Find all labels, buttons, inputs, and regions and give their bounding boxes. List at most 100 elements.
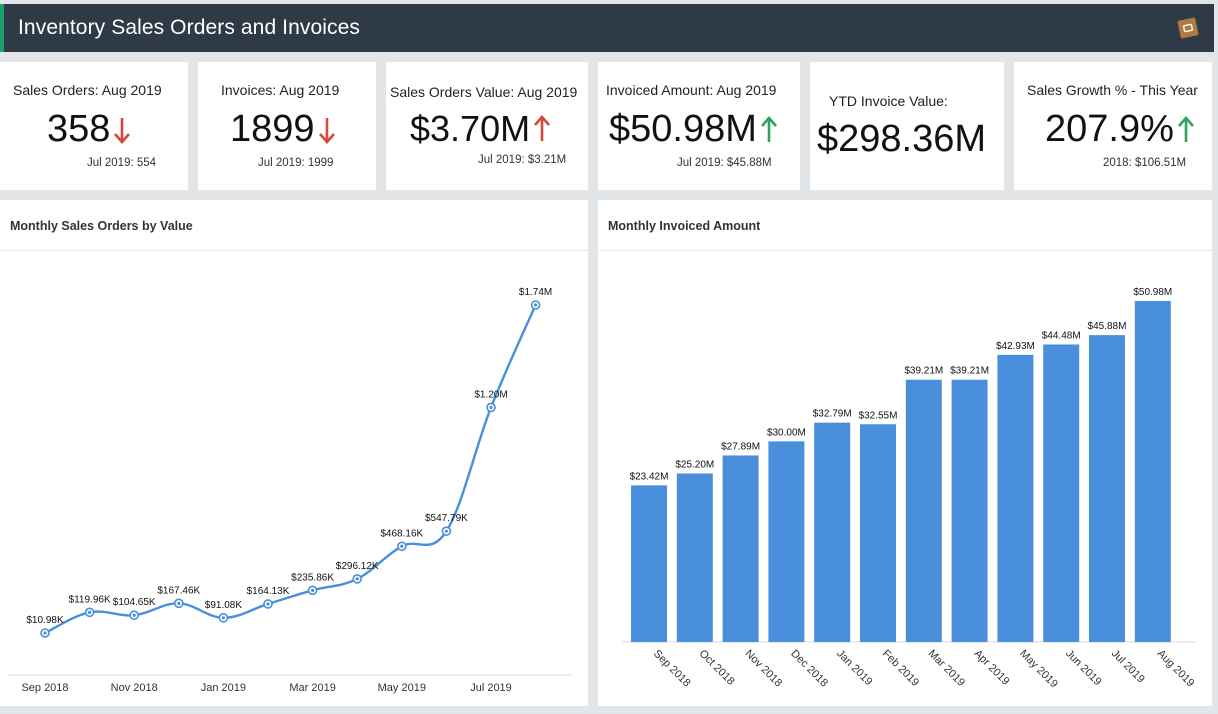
kpi-card-invoices[interactable]: Invoices: Aug 2019 1899 Jul 2019: 1999 [198,62,376,190]
x-tick-label: Jan 2019 [201,682,246,694]
x-tick-label: Mar 2019 [289,682,335,694]
kpi-value-text: $50.98M [609,108,757,150]
x-tick-label: Apr 2019 [971,648,1011,688]
bar [814,422,851,642]
kpi-value-text: 207.9% [1045,108,1174,150]
kpi-value-text: $3.70M [410,108,531,149]
data-label: $42.93M [996,341,1035,352]
data-point-center [266,602,270,606]
dashboard-title: Inventory Sales Orders and Invoices [18,16,361,39]
kpi-value: $3.70M [410,108,552,150]
x-tick-label: Nov 2018 [742,648,784,690]
bar [997,354,1034,642]
kpi-card-ytd-invoice[interactable]: YTD Invoice Value: $298.36M [810,62,1004,190]
data-label: $119.96K [69,594,111,605]
kpi-comparison: Jul 2019: $3.21M [478,154,567,166]
series-line [44,304,537,635]
trend-down-icon [317,115,337,145]
kpi-value: 1899 [230,108,337,151]
data-label: $468.16K [380,528,423,539]
data-label: $104.65K [113,597,156,608]
bar [676,473,713,642]
kpi-value: $50.98M [609,108,779,151]
bar [631,485,667,642]
data-label: $27.89M [721,441,760,452]
line-chart: $10.98K $119.96K $104.65K$167.46K $91.08K $1… [8,287,572,694]
x-tick-label: Sep 2018 [651,648,693,690]
kpi-label: Invoices: Aug 2019 [221,82,340,98]
bar [905,379,942,642]
data-label: $32.55M [859,410,898,421]
kpi-card-sales-growth[interactable]: Sales Growth % - This Year 207.9% 2018: … [1014,62,1212,190]
data-label: $39.21M [904,366,943,377]
data-label: $39.21M [950,366,989,377]
x-tick-label: Sep 2018 [21,682,68,694]
data-label: $91.08K [205,600,243,611]
data-point-center [177,601,181,605]
sales-orders-line-chart-panel: Monthly Sales Orders by Value $10.98K $11… [0,200,588,706]
data-label: $45.88M [1088,321,1127,332]
x-tick-label: Jul 2019 [470,682,512,694]
x-tick-label: May 2019 [378,682,426,694]
kpi-comparison: Jul 2019: 1999 [258,157,334,169]
kpi-card-sales-orders[interactable]: Sales Orders: Aug 2019 358 Jul 2019: 554 [0,62,188,190]
data-point-center [132,613,136,617]
data-label: $164.13K [247,586,290,597]
data-point-center [355,577,359,581]
bar [1043,344,1080,642]
kpi-label: Sales Orders Value: Aug 2019 [390,84,578,100]
trend-up-icon [532,114,552,144]
kpi-label: Sales Orders: Aug 2019 [13,82,162,98]
data-label: $50.98M [1133,287,1172,298]
data-point-center [444,529,448,533]
x-tick-label: Jul 2019 [1109,648,1147,686]
kpi-comparison: Jul 2019: 554 [87,157,157,169]
data-label: $1.20M [474,389,507,400]
x-tick-label: Oct 2018 [697,648,737,688]
bar [860,424,896,642]
kpi-value: 358 [47,108,132,151]
bar [768,441,805,642]
data-label: $235.86K [291,572,334,583]
kpi-label: Sales Growth % - This Year [1027,82,1198,98]
kpi-value: $298.36M [817,118,986,161]
kpi-card-sales-orders-value[interactable]: Sales Orders Value: Aug 2019 $3.70M Jul … [386,62,588,190]
data-label: $1.74M [519,287,552,298]
trend-up-icon [759,115,779,145]
kpi-label: Invoiced Amount: Aug 2019 [606,82,777,98]
bar-chart: $23.42M Sep 2018 $25.20M Oct 2018 $27.89M Nov… [622,287,1196,691]
data-label: $167.46K [157,585,200,596]
invoiced-amount-bar-chart-panel: Monthly Invoiced Amount $23.42M Sep 2018 $… [598,200,1212,706]
kpi-value: 207.9% [1045,108,1196,151]
data-label: $30.00M [767,427,806,438]
box-icon[interactable] [1176,16,1200,40]
data-point-center [534,303,538,307]
data-point-center [489,405,493,410]
x-tick-label: Feb 2019 [880,648,921,689]
bar [1134,301,1171,642]
kpi-value-text: 1899 [230,108,315,150]
data-point-center [311,588,315,592]
x-tick-label: Jun 2019 [1063,648,1103,688]
kpi-value-text: 358 [47,108,111,150]
kpi-comparison: 2018: $106.51M [1103,157,1187,169]
data-point-center [221,616,225,620]
x-tick-label: May 2019 [1017,648,1060,691]
x-tick-label: Mar 2019 [926,648,967,689]
kpi-comparison: Jul 2019: $45.88M [677,157,772,169]
kpi-card-invoiced-amount[interactable]: Invoiced Amount: Aug 2019 $50.98M Jul 20… [598,62,800,190]
trend-up-icon [1176,115,1196,145]
data-label: $25.20M [675,459,714,470]
x-tick-label: Nov 2018 [111,682,158,694]
kpi-label: YTD Invoice Value: [829,93,948,109]
data-point-center [88,610,92,614]
bar [951,379,988,642]
data-label: $44.48M [1042,330,1081,341]
data-point-center [43,631,47,635]
bar [722,455,759,642]
bar [1089,335,1125,642]
dashboard-header: Inventory Sales Orders and Invoices [0,4,1214,52]
kpi-value-text: $298.36M [817,118,987,160]
data-label: $10.98K [26,615,64,626]
trend-down-icon [112,115,132,145]
